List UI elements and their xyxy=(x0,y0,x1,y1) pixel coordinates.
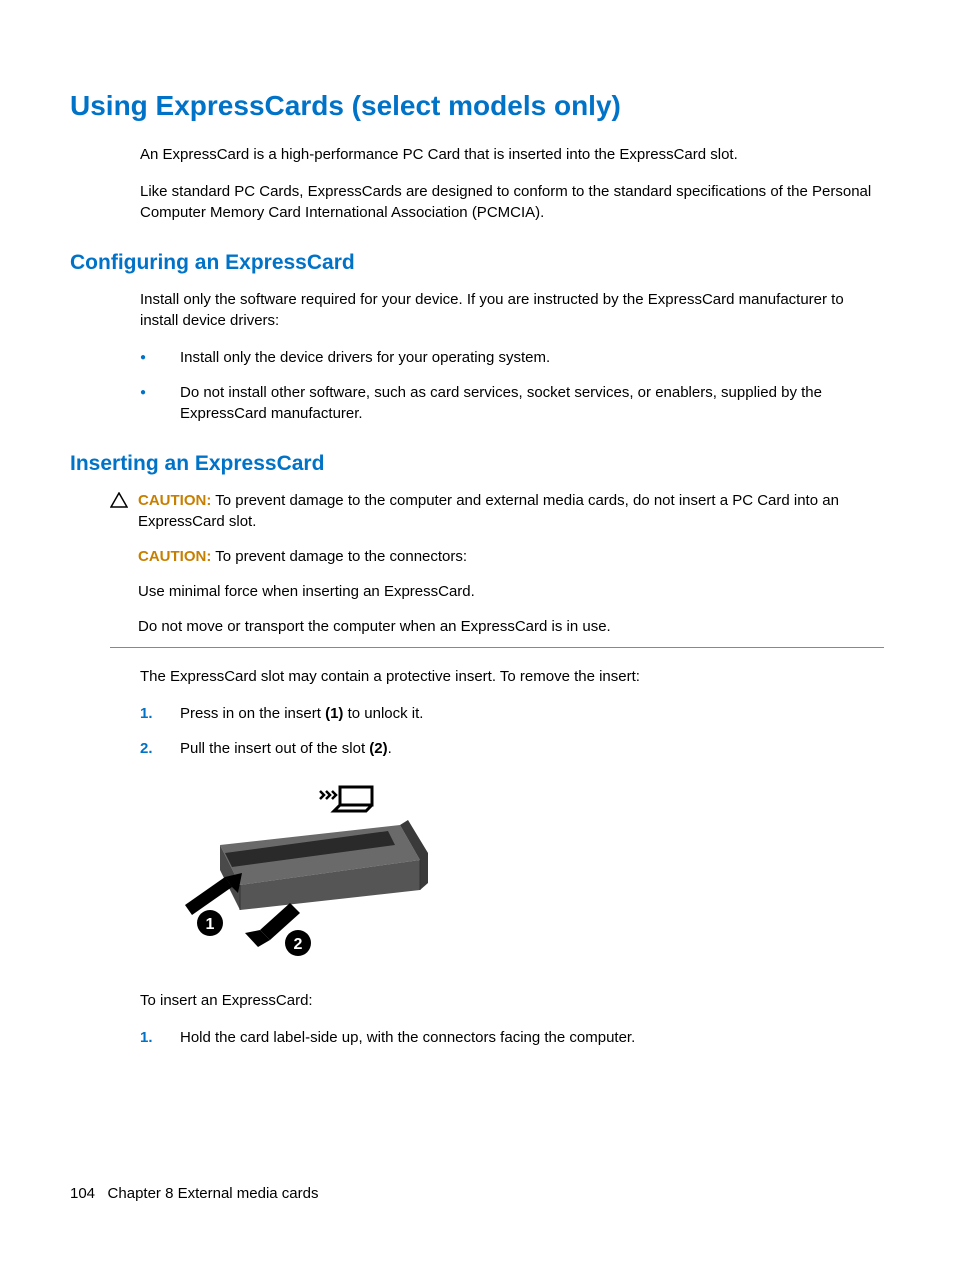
list-item: Press in on the insert (1) to unlock it. xyxy=(140,703,884,724)
svg-text:2: 2 xyxy=(294,936,303,953)
caution-label: CAUTION: xyxy=(138,492,211,509)
caution-line: Use minimal force when inserting an Expr… xyxy=(138,581,884,602)
insert-card-steps: Hold the card label-side up, with the co… xyxy=(140,1027,884,1048)
intro-paragraph-2: Like standard PC Cards, ExpressCards are… xyxy=(140,181,884,223)
caution-line: Do not move or transport the computer wh… xyxy=(138,616,884,637)
step-ref: (2) xyxy=(369,740,387,757)
remove-insert-steps: Press in on the insert (1) to unlock it.… xyxy=(140,703,884,759)
after-image-text: To insert an ExpressCard: xyxy=(140,990,884,1011)
after-caution-text: The ExpressCard slot may contain a prote… xyxy=(140,666,884,687)
document-page: Using ExpressCards (select models only) … xyxy=(0,0,954,1048)
svg-text:1: 1 xyxy=(206,916,215,933)
page-number: 104 xyxy=(70,1185,95,1202)
intro-paragraph-1: An ExpressCard is a high-performance PC … xyxy=(140,144,884,165)
step-text: to unlock it. xyxy=(343,705,423,722)
caution-text-1: To prevent damage to the computer and ex… xyxy=(138,492,839,530)
list-item: Do not install other software, such as c… xyxy=(140,382,884,424)
step-text: Pull the insert out of the slot xyxy=(180,740,369,757)
section-heading-configuring: Configuring an ExpressCard xyxy=(70,251,884,275)
caution-text-2: To prevent damage to the connectors: xyxy=(215,548,467,565)
list-item: Hold the card label-side up, with the co… xyxy=(140,1027,884,1048)
page-title: Using ExpressCards (select models only) xyxy=(70,90,884,122)
caution-label: CAUTION: xyxy=(138,548,211,565)
caution-block: CAUTION: To prevent damage to the comput… xyxy=(110,490,884,648)
chapter-label: Chapter 8 External media cards xyxy=(108,1185,319,1202)
section1-intro: Install only the software required for y… xyxy=(140,289,884,331)
caution-icon xyxy=(110,490,138,513)
step-text: Press in on the insert xyxy=(180,705,325,722)
list-item: Pull the insert out of the slot (2). xyxy=(140,738,884,759)
section-heading-inserting: Inserting an ExpressCard xyxy=(70,452,884,476)
step-ref: (1) xyxy=(325,705,343,722)
expresscard-illustration: 1 2 xyxy=(170,775,884,970)
section1-bullet-list: Install only the device drivers for your… xyxy=(140,347,884,424)
page-footer: 104 Chapter 8 External media cards xyxy=(70,1185,318,1202)
list-item: Install only the device drivers for your… xyxy=(140,347,884,368)
step-text: . xyxy=(388,740,392,757)
